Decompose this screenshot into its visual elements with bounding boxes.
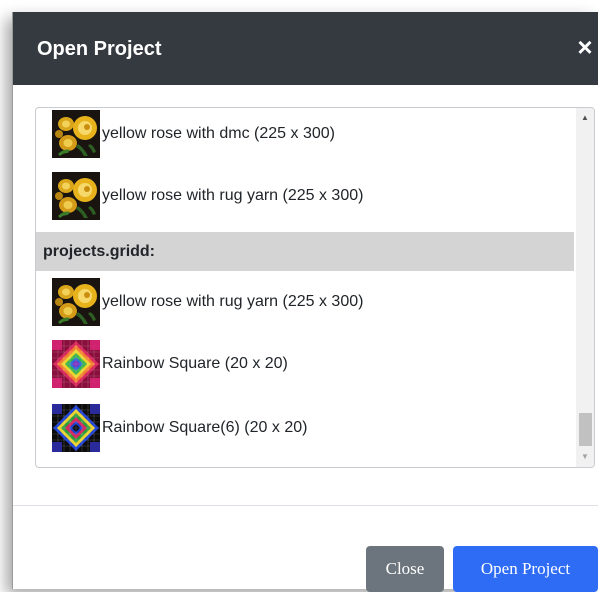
list-item-label: Rainbow Square (20 x 20) bbox=[102, 355, 288, 372]
list-item[interactable]: Rainbow Square(6) (20 x 20) bbox=[36, 400, 574, 456]
dialog-footer: Close Open Project bbox=[13, 505, 598, 592]
dialog-title: Open Project bbox=[37, 38, 162, 60]
list-item-label: yellow rose with rug yarn (225 x 300) bbox=[102, 187, 364, 204]
list-item[interactable]: yellow rose with rug yarn (225 x 300) bbox=[36, 274, 574, 330]
rainbow-square-6-thumbnail-icon bbox=[52, 404, 100, 452]
dialog-header: Open Project × bbox=[13, 12, 598, 85]
group-header: projects.gridd: bbox=[36, 232, 574, 271]
list-item-label: yellow rose with dmc (225 x 300) bbox=[102, 125, 335, 142]
close-button[interactable]: Close bbox=[366, 546, 444, 592]
open-project-button[interactable]: Open Project bbox=[453, 546, 598, 592]
group-header-label: projects.gridd: bbox=[43, 242, 156, 260]
list-item-label: yellow rose with rug yarn (225 x 300) bbox=[102, 293, 364, 310]
project-list-viewport: yellow rose with dmc (225 x 300) yellow … bbox=[36, 108, 574, 467]
rainbow-square-thumbnail-icon bbox=[52, 340, 100, 388]
close-icon[interactable]: × bbox=[574, 34, 596, 60]
list-item[interactable]: yellow rose with rug yarn (225 x 300) bbox=[36, 168, 574, 224]
scroll-up-arrow-icon[interactable]: ▲ bbox=[576, 110, 594, 126]
project-list[interactable]: yellow rose with dmc (225 x 300) yellow … bbox=[35, 107, 595, 468]
list-item[interactable]: Rainbow Square (20 x 20) bbox=[36, 336, 574, 392]
list-scrollbar[interactable]: ▲ ▼ bbox=[576, 108, 594, 467]
scrollbar-thumb[interactable] bbox=[579, 413, 592, 446]
yellow-rose-thumbnail-icon bbox=[52, 172, 100, 220]
open-project-dialog: Open Project × yellow rose with dmc (225… bbox=[12, 12, 598, 592]
dialog-body: yellow rose with dmc (225 x 300) yellow … bbox=[13, 85, 598, 505]
list-item-label: Rainbow Square(6) (20 x 20) bbox=[102, 419, 308, 436]
yellow-rose-thumbnail-icon bbox=[52, 110, 100, 158]
yellow-rose-thumbnail-icon bbox=[52, 278, 100, 326]
scroll-down-arrow-icon[interactable]: ▼ bbox=[576, 449, 594, 465]
list-item[interactable]: yellow rose with dmc (225 x 300) bbox=[36, 108, 574, 162]
